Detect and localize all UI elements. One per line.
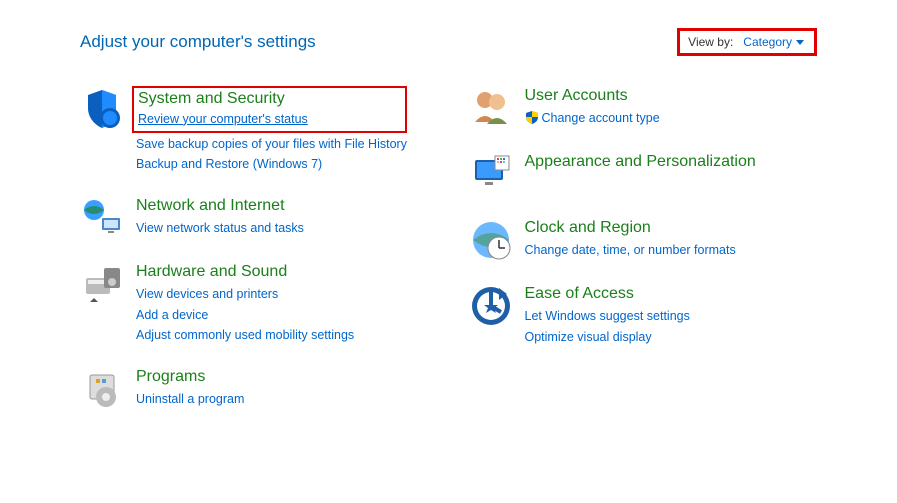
category-appearance: Appearance and Personalization	[469, 152, 818, 196]
chevron-down-icon	[796, 40, 804, 45]
backup-restore-link[interactable]: Backup and Restore (Windows 7)	[136, 155, 407, 174]
category-user-accounts: User Accounts Change account type	[469, 86, 818, 130]
category-system-security: System and Security Review your computer…	[80, 86, 429, 174]
suggest-settings-link[interactable]: Let Windows suggest settings	[525, 307, 690, 326]
network-internet-link[interactable]: Network and Internet	[136, 196, 304, 217]
uac-shield-icon	[525, 110, 539, 124]
clock-icon	[469, 218, 513, 262]
view-by-label: View by:	[688, 35, 733, 49]
ease-access-icon	[469, 284, 513, 328]
programs-icon	[80, 367, 124, 411]
hardware-icon	[80, 262, 124, 306]
add-device-link[interactable]: Add a device	[136, 306, 354, 325]
user-accounts-link[interactable]: User Accounts	[525, 86, 660, 107]
review-status-link[interactable]: Review your computer's status	[138, 110, 401, 129]
category-programs: Programs Uninstall a program	[80, 367, 429, 411]
users-icon	[469, 86, 513, 130]
uninstall-program-link[interactable]: Uninstall a program	[136, 390, 244, 409]
shield-icon	[80, 86, 124, 130]
right-column: User Accounts Change account type	[469, 86, 818, 433]
network-status-link[interactable]: View network status and tasks	[136, 219, 304, 238]
date-time-formats-link[interactable]: Change date, time, or number formats	[525, 241, 736, 260]
hardware-sound-link[interactable]: Hardware and Sound	[136, 262, 354, 283]
file-history-link[interactable]: Save backup copies of your files with Fi…	[136, 135, 407, 154]
view-by-value[interactable]: Category	[743, 35, 804, 49]
page-title: Adjust your computer's settings	[80, 32, 316, 52]
category-ease-access: Ease of Access Let Windows suggest setti…	[469, 284, 818, 346]
category-clock-region: Clock and Region Change date, time, or n…	[469, 218, 818, 262]
mobility-settings-link[interactable]: Adjust commonly used mobility settings	[136, 326, 354, 345]
appearance-link[interactable]: Appearance and Personalization	[525, 152, 756, 173]
left-column: System and Security Review your computer…	[80, 86, 429, 433]
system-security-link[interactable]: System and Security	[138, 89, 401, 110]
optimize-display-link[interactable]: Optimize visual display	[525, 328, 690, 347]
change-account-type-link[interactable]: Change account type	[525, 109, 660, 128]
ease-access-link[interactable]: Ease of Access	[525, 284, 690, 305]
network-icon	[80, 196, 124, 240]
view-by-control[interactable]: View by: Category	[677, 28, 817, 56]
category-network-internet: Network and Internet View network status…	[80, 196, 429, 240]
category-hardware-sound: Hardware and Sound View devices and prin…	[80, 262, 429, 345]
programs-link[interactable]: Programs	[136, 367, 244, 388]
clock-region-link[interactable]: Clock and Region	[525, 218, 736, 239]
devices-printers-link[interactable]: View devices and printers	[136, 285, 354, 304]
appearance-icon	[469, 152, 513, 196]
